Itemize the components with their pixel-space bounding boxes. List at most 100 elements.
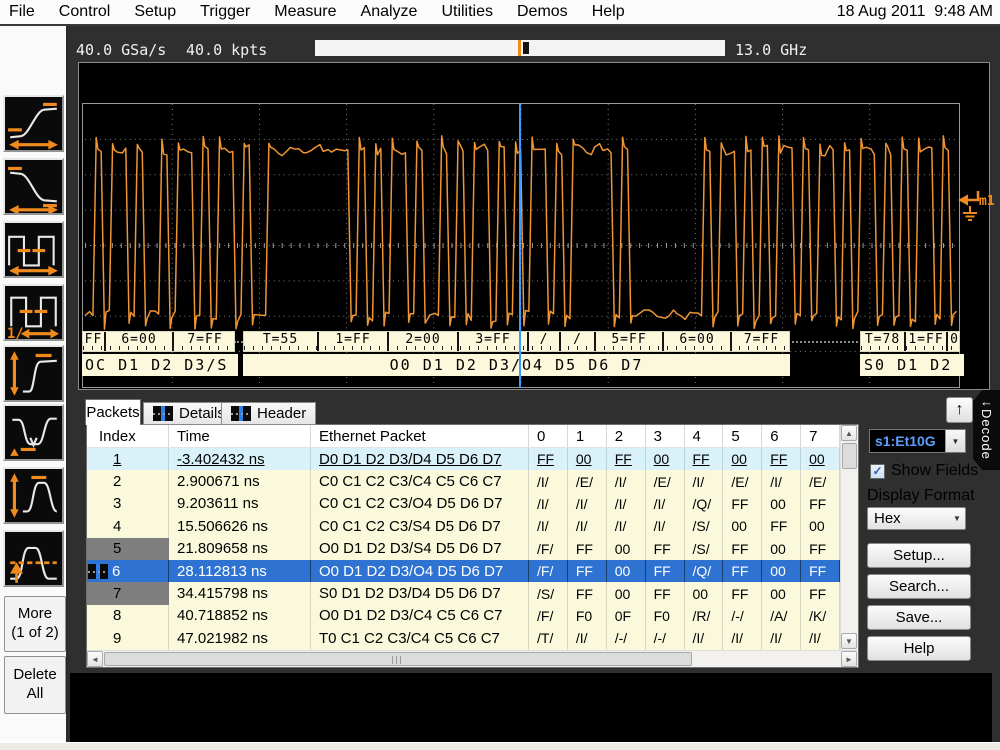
cell-byte: /I/ (801, 627, 840, 649)
table-row[interactable]: 22.900671 nsC0 C1 C2 C3/C4 C5 C6 C7/I//E… (87, 470, 840, 492)
top-level-measurement-button[interactable] (3, 467, 64, 524)
cell-byte: 00 (568, 448, 607, 470)
scroll-right-button[interactable]: ► (841, 651, 857, 667)
menu-utilities[interactable]: Utilities (429, 3, 505, 21)
delete-all-button[interactable]: Delete All (4, 656, 66, 714)
show-fields-checkbox[interactable]: ✓ (870, 464, 885, 479)
average-measurement-button[interactable] (3, 530, 64, 587)
cell-packet: C0 C1 C2 C3/O4 D5 D6 D7 (311, 493, 529, 515)
tab-header[interactable]: Header (221, 402, 316, 425)
cell-byte: 00 (762, 493, 801, 515)
packet-table-header: IndexTimeEthernet Packet01234567 (87, 425, 840, 448)
cell-packet: S0 D1 D2 D3/D4 D5 D6 D7 (311, 582, 529, 604)
cell-index: 5 (87, 538, 169, 560)
cell-time: 34.415798 ns (169, 582, 311, 604)
rise-time-measurement-button[interactable] (3, 95, 64, 152)
menu-setup[interactable]: Setup (122, 3, 188, 21)
help-button[interactable]: Help (867, 636, 971, 661)
search-button[interactable]: Search... (867, 574, 971, 599)
table-row[interactable]: 1-3.402432 nsD0 D1 D2 D3/D4 D5 D6 D7FF00… (87, 448, 840, 470)
frequency-measurement-button[interactable]: 1/ (3, 284, 64, 341)
memory-depth-readout: 40.0 kpts (186, 41, 267, 59)
decode-bus-packet-label: O0 D1 D2 D3/O4 D5 D6 D7 (243, 354, 790, 376)
column-header-4[interactable]: 4 (685, 425, 724, 447)
bottom-blank-area (70, 673, 992, 742)
tab-packets[interactable]: Packets (85, 399, 141, 425)
cell-byte: FF (646, 538, 685, 560)
menu-control[interactable]: Control (47, 3, 123, 21)
fall-time-measurement-button[interactable] (3, 158, 64, 215)
display-format-dropdown[interactable]: Hex ▼ (867, 507, 966, 530)
cell-index: 7 (87, 582, 169, 604)
save-button[interactable]: Save... (867, 605, 971, 630)
table-row[interactable]: 734.415798 nsS0 D1 D2 D3/D4 D5 D6 D7/S/F… (87, 582, 840, 604)
time-cursor[interactable] (519, 104, 521, 388)
bus-field-value: FF (83, 332, 106, 351)
setup-button[interactable]: Setup... (867, 543, 971, 568)
vertical-scroll-thumb[interactable] (842, 443, 857, 469)
vertical-scrollbar[interactable]: ▲ ▼ (840, 425, 858, 650)
period-measurement-button[interactable] (3, 221, 64, 278)
taskbar-strip (0, 742, 1000, 750)
table-row[interactable]: 415.506626 nsC0 C1 C2 C3/S4 D5 D6 D7/I//… (87, 515, 840, 537)
column-header-3[interactable]: 3 (646, 425, 685, 447)
bus-field-value: / (561, 332, 596, 351)
table-row[interactable]: 628.112813 nsO0 D1 D2 D3/O4 D5 D6 D7/F/F… (87, 560, 840, 582)
cell-packet: O0 D1 D2 D3/C4 C5 C6 C7 (311, 605, 529, 627)
cell-byte: 00 (723, 515, 762, 537)
table-row[interactable]: 521.809658 nsO0 D1 D2 D3/S4 D5 D6 D7/F/F… (87, 538, 840, 560)
menu-bar: FileControlSetupTriggerMeasureAnalyzeUti… (0, 0, 1000, 26)
column-header-ethernet-packet[interactable]: Ethernet Packet (311, 425, 529, 447)
scroll-down-button[interactable]: ▼ (841, 633, 857, 649)
column-header-time[interactable]: Time (169, 425, 311, 447)
menu-help[interactable]: Help (580, 3, 637, 21)
menu-measure[interactable]: Measure (262, 3, 348, 21)
column-header-7[interactable]: 7 (801, 425, 840, 447)
menu-trigger[interactable]: Trigger (188, 3, 262, 21)
table-row[interactable]: 840.718852 nsO0 D1 D2 D3/C4 C5 C6 C7/F/F… (87, 605, 840, 627)
cell-packet: C0 C1 C2 C3/C4 C5 C6 C7 (311, 470, 529, 492)
cell-byte: 00 (762, 538, 801, 560)
bus-field-value: 6=00 (664, 332, 732, 351)
menu-demos[interactable]: Demos (505, 3, 580, 21)
cell-byte: 00 (801, 515, 840, 537)
decode-side-tab[interactable]: ← Decode (973, 390, 1000, 470)
column-header-1[interactable]: 1 (568, 425, 607, 447)
acquisition-position-marker[interactable] (518, 40, 521, 56)
cell-index: 4 (87, 515, 169, 537)
scroll-up-button[interactable]: ▲ (841, 425, 857, 441)
left-toolbar: 1/ (0, 26, 68, 742)
column-header-0[interactable]: 0 (529, 425, 568, 447)
column-header-index[interactable]: Index (87, 425, 169, 447)
svg-text:1/: 1/ (7, 326, 24, 339)
cell-byte: FF (607, 448, 646, 470)
menu-analyze[interactable]: Analyze (349, 3, 430, 21)
cell-byte: 00 (801, 448, 840, 470)
more-measurements-button[interactable]: More (1 of 2) (4, 596, 66, 652)
cell-byte: FF (646, 582, 685, 604)
column-header-2[interactable]: 2 (607, 425, 646, 447)
decode-bus-values-segment-3: T=781=FF0 (860, 331, 960, 352)
menu-file[interactable]: File (0, 3, 47, 21)
cell-byte: FF (723, 493, 762, 515)
collapse-panel-button[interactable]: ↑ (946, 397, 973, 423)
column-header-5[interactable]: 5 (723, 425, 762, 447)
decode-source-dropdown[interactable]: s1:Et10G ▼ (869, 429, 966, 453)
horizontal-scroll-thumb[interactable] (104, 652, 692, 666)
table-row[interactable]: 947.021982 nsT0 C1 C2 C3/C4 C5 C6 C7/T//… (87, 627, 840, 649)
scroll-left-button[interactable]: ◄ (87, 651, 103, 667)
cell-time: 47.021982 ns (169, 627, 311, 649)
horizontal-scrollbar[interactable]: ◄ ► (87, 650, 858, 667)
cell-byte: /F/ (529, 605, 568, 627)
table-row[interactable]: 39.203611 nsC0 C1 C2 C3/O4 D5 D6 D7/I//I… (87, 493, 840, 515)
bus-field-value: 6=00 (106, 332, 174, 351)
frequency-icon: 1/ (5, 286, 62, 339)
column-header-6[interactable]: 6 (762, 425, 801, 447)
base-level-measurement-button[interactable] (3, 404, 64, 461)
bandwidth-readout: 13.0 GHz (735, 41, 807, 59)
marker-m1[interactable]: m1 (956, 186, 996, 232)
amplitude-measurement-button[interactable] (3, 345, 64, 402)
bus-field-value: 1=FF (319, 332, 389, 351)
packet-table: IndexTimeEthernet Packet01234567 1-3.402… (86, 424, 859, 668)
cell-byte: F0 (568, 605, 607, 627)
